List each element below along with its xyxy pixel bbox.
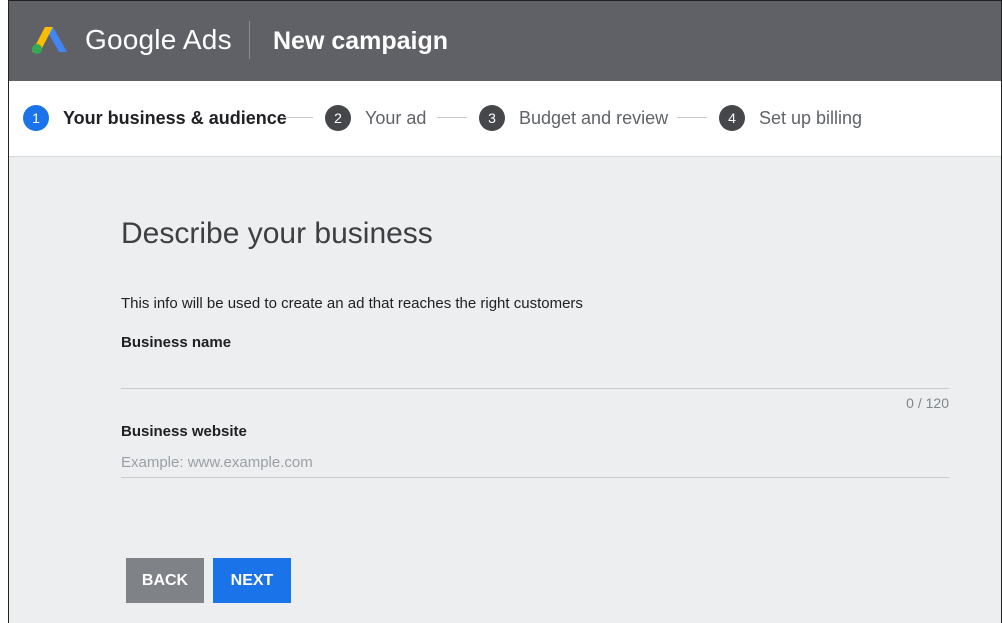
back-button[interactable]: BACK: [126, 558, 204, 603]
business-website-input[interactable]: [121, 448, 949, 478]
step-label: Set up billing: [759, 107, 863, 128]
google-ads-logo-icon: [32, 27, 67, 54]
step-connector: [677, 117, 707, 118]
step-connector: [283, 117, 313, 118]
page-title: New campaign: [273, 27, 449, 55]
section-title: Describe your business: [121, 217, 433, 250]
step-budget-and-review[interactable]: 3 Budget and review: [479, 105, 668, 131]
step-number-badge: 1: [23, 105, 49, 131]
top-app-bar: Google Ads New campaign: [9, 1, 1001, 81]
header-divider: [249, 21, 250, 59]
step-number-badge: 3: [479, 105, 505, 131]
business-name-input[interactable]: [121, 359, 949, 389]
next-button[interactable]: NEXT: [213, 558, 291, 603]
business-website-label: Business website: [121, 423, 247, 440]
step-your-business-audience[interactable]: 1 Your business & audience: [23, 105, 287, 131]
step-number-badge: 4: [719, 105, 745, 131]
step-your-ad[interactable]: 2 Your ad: [325, 105, 426, 131]
step-label: Budget and review: [519, 107, 669, 128]
brand-name: Google Ads: [85, 24, 232, 55]
main-content: Describe your business This info will be…: [9, 157, 1001, 623]
progress-stepper: 1 Your business & audience 2 Your ad 3 B…: [9, 81, 1001, 157]
step-number-badge: 2: [325, 105, 351, 131]
section-description: This info will be used to create an ad t…: [121, 295, 583, 312]
business-name-char-count: 0 / 120: [906, 395, 949, 411]
step-set-up-billing[interactable]: 4 Set up billing: [719, 105, 862, 131]
app-window: Google Ads New campaign 1 Your business …: [8, 0, 1002, 623]
step-label: Your ad: [365, 107, 427, 128]
step-label: Your business & audience: [63, 107, 287, 128]
business-name-label: Business name: [121, 334, 232, 351]
step-connector: [437, 117, 467, 118]
